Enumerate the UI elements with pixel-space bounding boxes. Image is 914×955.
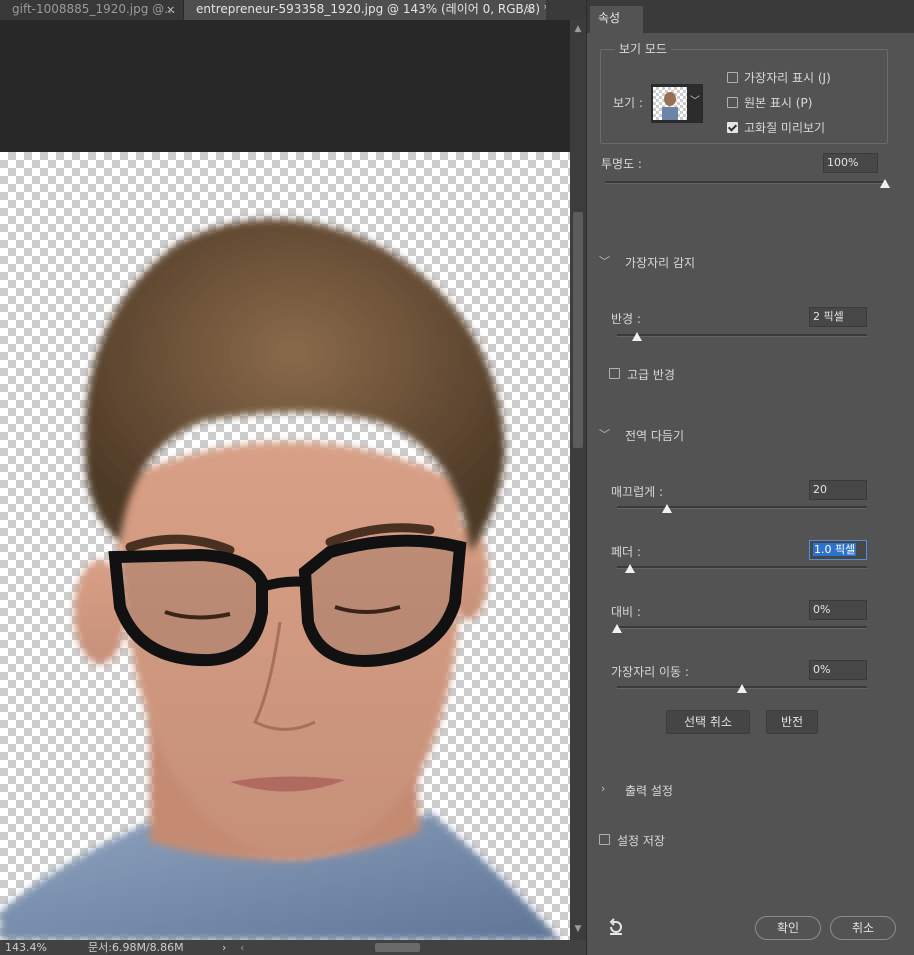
view-mode-thumbnail [653, 87, 687, 120]
contrast-field[interactable]: 0% [809, 600, 867, 620]
document-tab-gift[interactable]: gift-1008885_1920.jpg @... × [0, 0, 184, 20]
view-mode-dropdown[interactable]: ﹀ [651, 84, 703, 123]
shift-edge-label: 가장자리 이동 : [611, 665, 689, 679]
status-menu-arrow-icon[interactable]: › [222, 940, 226, 955]
panel-scrollbar[interactable] [898, 33, 912, 955]
horizontal-scroll-thumb[interactable] [375, 943, 420, 952]
cancel-button[interactable]: 취소 [830, 916, 896, 940]
shift-edge-field[interactable]: 0% [809, 660, 867, 680]
smooth-field[interactable]: 20 [809, 480, 867, 500]
smooth-slider-thumb[interactable] [662, 504, 672, 513]
feather-slider-track[interactable] [617, 566, 867, 569]
contrast-label: 대비 : [611, 605, 641, 619]
opacity-slider-track[interactable] [605, 181, 885, 184]
invert-button[interactable]: 반전 [766, 710, 818, 734]
status-bar: 143.4% 문서:6.98M/8.86M › ‹ [0, 940, 586, 955]
global-refinements-title[interactable]: 전역 다듬기 [625, 427, 684, 444]
show-original-checkbox[interactable] [727, 97, 738, 108]
output-settings-title[interactable]: 출력 설정 [625, 782, 673, 799]
high-quality-preview-label: 고화질 미리보기 [744, 121, 826, 135]
transparency-checkerboard [0, 152, 570, 940]
feather-value-selected: 1.0 픽셀 [813, 543, 857, 556]
tab-properties[interactable]: 속성 [590, 6, 643, 33]
show-original-label: 원본 표시 (P) [744, 96, 813, 110]
smart-radius-checkbox[interactable] [609, 368, 620, 379]
smooth-label: 매끄럽게 : [611, 485, 664, 499]
document-canvas[interactable] [0, 20, 570, 940]
opacity-field[interactable]: 100% [823, 153, 878, 173]
canvas-vertical-scrollbar[interactable]: ▲ ▼ [570, 20, 586, 940]
portrait-thumbnail-icon [662, 92, 678, 120]
subject-portrait-image [0, 219, 560, 940]
close-icon[interactable]: × [166, 0, 175, 19]
show-edge-checkbox[interactable] [727, 72, 738, 83]
document-size: 문서:6.98M/8.86M [88, 941, 184, 954]
scroll-left-icon[interactable]: ‹ [240, 940, 244, 955]
properties-panel: 속성 보기 모드 보기 : ﹀ 가장자리 표시 (J) 원본 표시 (P) 고화… [586, 0, 914, 955]
feather-slider-thumb[interactable] [624, 564, 635, 573]
remember-settings-label: 설정 저장 [617, 834, 665, 848]
zoom-level[interactable]: 143.4% [5, 940, 47, 955]
contrast-slider-track[interactable] [617, 626, 867, 629]
document-tab-bar: gift-1008885_1920.jpg @... × entrepreneu… [0, 0, 586, 20]
smooth-slider-track[interactable] [617, 506, 867, 509]
chevron-down-icon[interactable]: ﹀ [599, 253, 610, 269]
chevron-right-icon[interactable]: › [601, 782, 605, 795]
scroll-up-icon[interactable]: ▲ [570, 24, 586, 34]
feather-field[interactable]: 1.0 픽셀 [809, 540, 867, 560]
opacity-slider-thumb[interactable] [880, 179, 890, 188]
chevron-down-icon[interactable]: ﹀ [599, 426, 610, 442]
feather-label: 페더 : [611, 545, 641, 559]
contrast-slider-thumb[interactable] [612, 624, 622, 633]
clear-selection-button[interactable]: 선택 취소 [666, 710, 750, 734]
vertical-scroll-thumb[interactable] [573, 212, 583, 448]
ok-button[interactable]: 확인 [755, 916, 821, 940]
high-quality-preview-checkbox[interactable] [727, 122, 738, 133]
smart-radius-label: 고급 반경 [627, 368, 675, 382]
radius-field[interactable]: 2 픽셀 [809, 307, 867, 327]
view-mode-legend: 보기 모드 [615, 40, 671, 57]
chevron-down-icon[interactable]: ﹀ [688, 85, 702, 122]
reset-icon[interactable] [607, 918, 625, 936]
shift-edge-slider-thumb[interactable] [737, 684, 747, 693]
radius-slider-track[interactable] [617, 334, 867, 337]
radius-label: 반경 : [611, 312, 641, 326]
document-tab-label: gift-1008885_1920.jpg @... [12, 2, 176, 16]
scroll-down-icon[interactable]: ▼ [570, 924, 586, 934]
view-label: 보기 : [613, 96, 643, 110]
show-edge-label: 가장자리 표시 (J) [744, 71, 831, 85]
document-tab-label: entrepreneur-593358_1920.jpg @ 143% (레이어… [196, 2, 546, 16]
document-tab-entrepreneur[interactable]: entrepreneur-593358_1920.jpg @ 143% (레이어… [184, 0, 546, 20]
edge-detection-title[interactable]: 가장자리 감지 [625, 254, 695, 271]
remember-settings-checkbox[interactable] [599, 834, 610, 845]
radius-slider-thumb[interactable] [632, 332, 642, 341]
opacity-label: 투명도 : [601, 157, 642, 171]
panel-header: 속성 [587, 0, 914, 33]
close-icon[interactable]: × [525, 0, 534, 19]
